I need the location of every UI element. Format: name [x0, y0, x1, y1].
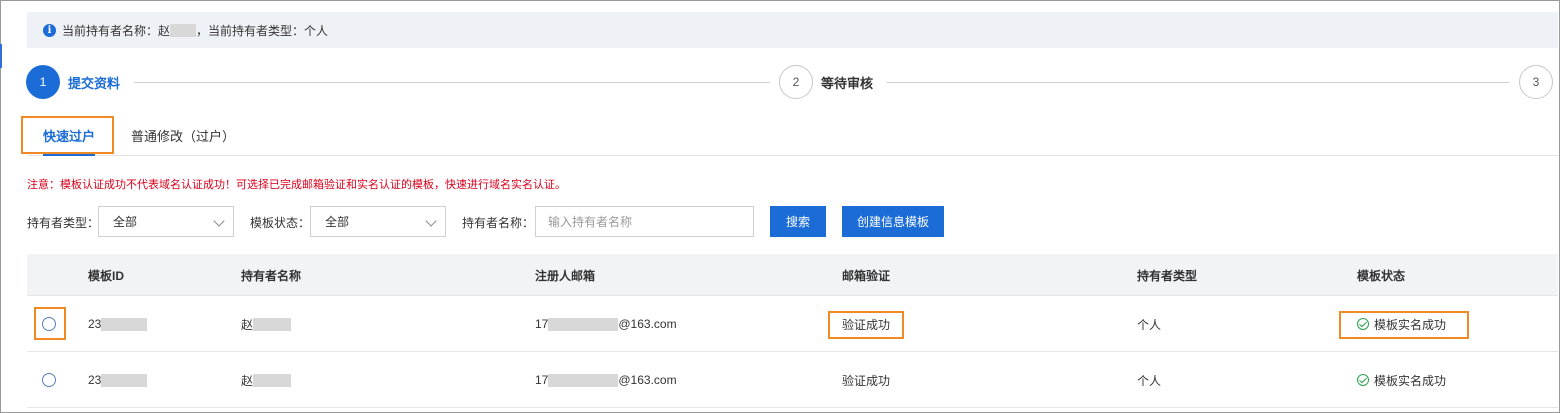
tab-normal-modify[interactable]: 普通修改（过户） [131, 116, 235, 155]
tab-bar: 快速过户 普通修改（过户） [27, 116, 1558, 156]
step-review: 2 等待审核 [779, 65, 873, 99]
step-number: 1 [26, 65, 60, 99]
holder-type-label: ，当前持有者类型： [196, 23, 305, 38]
column-registrant-email: 注册人邮箱 [535, 268, 596, 283]
highlight-email-verified [828, 311, 904, 339]
email-prefix: 17 [535, 373, 549, 387]
masked-email [548, 317, 619, 331]
column-holder-name: 持有者名称 [241, 268, 302, 283]
email-cell: 17 @163.com [535, 296, 677, 352]
holder-name-prefix: 赵 [241, 317, 254, 332]
step-submit: 1 提交资料 [26, 65, 120, 99]
table-row[interactable]: 23 赵 17 @163.com 验证成功 个人 模板实名成功 [27, 352, 1558, 408]
template-status-cell: 模板实名成功 [1357, 352, 1446, 408]
template-id-cell: 23 [88, 296, 148, 352]
chevron-down-icon [425, 215, 437, 227]
step-connector [887, 82, 1509, 83]
step-label: 提交资料 [68, 75, 121, 91]
template-id-cell: 23 [88, 352, 148, 408]
email-suffix: @163.com [618, 317, 677, 331]
create-template-button[interactable]: 创建信息模板 [842, 206, 944, 237]
holder-name-label: 当前持有者名称： [62, 23, 159, 38]
holder-notice-bar: i 当前持有者名称： 赵 ，当前持有者类型： 个人 [27, 12, 1558, 48]
highlight-template-status [1339, 311, 1469, 339]
column-holder-type: 持有者类型 [1137, 268, 1198, 283]
check-circle-icon [1357, 374, 1369, 386]
status-text: 模板实名成功 [1374, 373, 1447, 388]
warning-text: 注意：模板认证成功不代表域名认证成功！可选择已完成邮箱验证和实名认证的模板，快速… [27, 179, 566, 191]
masked-holder-name [170, 23, 197, 37]
column-email-verification: 邮箱验证 [842, 268, 891, 283]
holder-type-selected: 全部 [113, 215, 138, 229]
notice-text: 当前持有者名称： 赵 ，当前持有者类型： 个人 [62, 22, 328, 39]
template-status-selected: 全部 [325, 215, 350, 229]
email-verification-cell: 验证成功 [842, 373, 891, 388]
holder-type-select[interactable]: 全部 [98, 206, 234, 237]
template-status-select[interactable]: 全部 [310, 206, 446, 237]
holder-name-prefix: 赵 [241, 373, 254, 388]
template-id-prefix: 23 [88, 373, 102, 387]
row-select-radio[interactable] [42, 373, 56, 387]
email-suffix: @163.com [618, 373, 677, 387]
holder-type-filter-label: 持有者类型： [27, 216, 100, 230]
template-status-filter-label: 模板状态： [250, 216, 311, 230]
masked-holder-name [253, 373, 292, 387]
left-edge-marker [0, 44, 2, 68]
highlight-quick-transfer [21, 116, 114, 154]
holder-name-value: 赵 [158, 23, 171, 38]
template-id-prefix: 23 [88, 317, 102, 331]
info-icon: i [43, 23, 56, 37]
step-connector [134, 82, 770, 83]
holder-name-cell: 赵 [241, 296, 292, 352]
holder-type-cell: 个人 [1137, 317, 1162, 332]
table-row[interactable]: 23 赵 17 @163.com 验证成功 个人 模板实名成功 [27, 296, 1558, 352]
template-table: 模板ID 持有者名称 注册人邮箱 邮箱验证 持有者类型 模板状态 23 赵 17… [27, 254, 1558, 408]
step-third: 3 [1519, 65, 1553, 99]
holder-name-cell: 赵 [241, 352, 292, 408]
holder-name-input[interactable] [535, 206, 754, 237]
column-template-status: 模板状态 [1357, 268, 1406, 283]
table-header: 模板ID 持有者名称 注册人邮箱 邮箱验证 持有者类型 模板状态 [27, 254, 1558, 296]
search-button[interactable]: 搜索 [770, 206, 826, 237]
column-template-id: 模板ID [88, 268, 125, 283]
highlight-row-radio [34, 307, 66, 340]
holder-type-value: 个人 [304, 23, 329, 38]
step-label: 等待审核 [821, 75, 874, 91]
holder-type-cell: 个人 [1137, 373, 1162, 388]
chevron-down-icon [213, 215, 225, 227]
step-number: 2 [779, 65, 813, 99]
masked-holder-name [253, 317, 292, 331]
masked-template-id [101, 373, 148, 387]
holder-name-filter-label: 持有者名称： [462, 216, 535, 230]
email-prefix: 17 [535, 317, 549, 331]
masked-email [548, 373, 619, 387]
email-cell: 17 @163.com [535, 352, 677, 408]
masked-template-id [101, 317, 148, 331]
step-number: 3 [1519, 65, 1553, 99]
tab-label: 普通修改（过户） [131, 129, 236, 144]
active-tab-underline [43, 154, 96, 156]
